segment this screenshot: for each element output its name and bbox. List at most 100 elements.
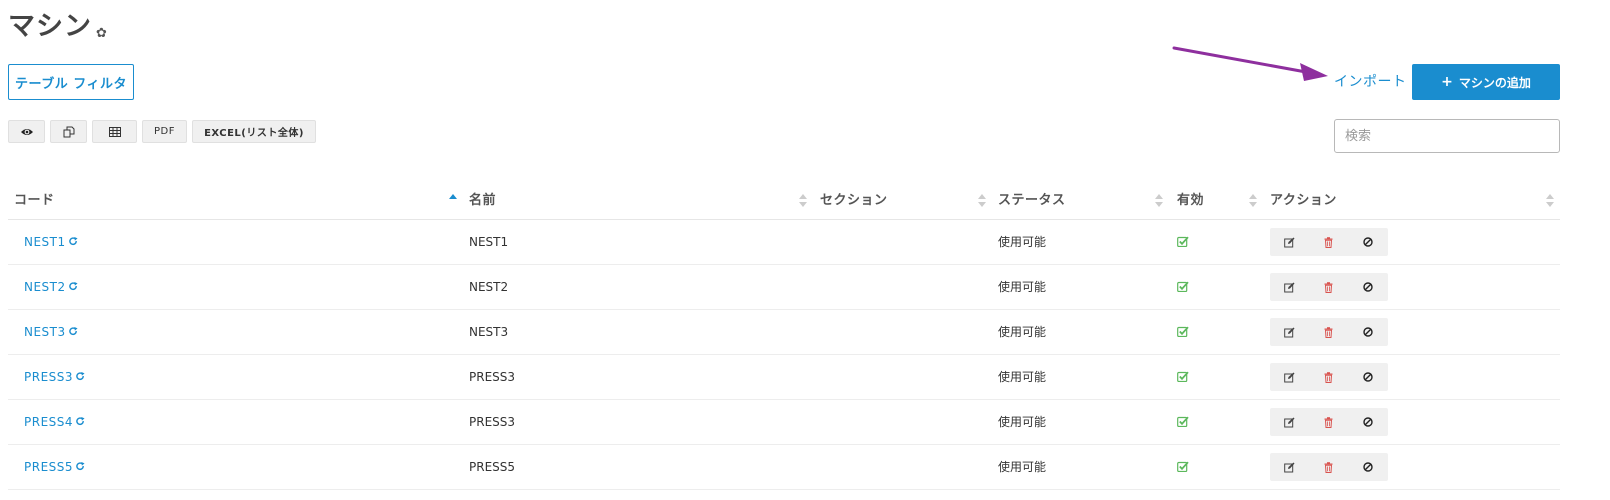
check-square-icon <box>1177 416 1189 427</box>
table-icon <box>108 126 121 137</box>
disable-button[interactable] <box>1348 408 1387 436</box>
sort-icon[interactable] <box>1155 194 1163 208</box>
trash-icon <box>1324 326 1333 338</box>
row-code-cell[interactable]: NEST3 <box>24 310 78 354</box>
row-actions <box>1270 408 1388 436</box>
refresh-icon[interactable] <box>76 417 85 426</box>
row-actions <box>1270 228 1388 256</box>
edit-icon <box>1284 462 1295 472</box>
trash-icon <box>1324 236 1333 248</box>
sort-icon[interactable] <box>1249 194 1257 208</box>
machine-code-link[interactable]: PRESS4 <box>24 415 73 429</box>
row-name-cell: PRESS3 <box>469 370 516 384</box>
import-link[interactable]: インポート <box>1334 72 1407 92</box>
ban-icon <box>1362 462 1373 472</box>
row-code-cell[interactable]: PRESS5 <box>24 445 85 489</box>
table-row: PRESS4 PRESS3 使用可能 <box>8 400 1560 445</box>
delete-button[interactable] <box>1309 408 1348 436</box>
row-name-cell: PRESS3 <box>469 415 516 429</box>
sort-asc-icon[interactable] <box>449 194 457 208</box>
refresh-icon[interactable] <box>68 327 78 336</box>
row-code-cell[interactable]: NEST2 <box>24 265 78 309</box>
table-header: コード 名前 セクション ステータス 有効 アクション <box>8 182 1560 220</box>
row-actions <box>1270 453 1388 481</box>
column-visibility-button[interactable] <box>8 120 45 143</box>
column-header-name[interactable]: 名前 <box>469 182 496 220</box>
machine-code-link[interactable]: NEST3 <box>24 325 66 339</box>
column-header-status[interactable]: ステータス <box>998 182 1066 220</box>
column-header-actions[interactable]: アクション <box>1270 182 1337 220</box>
edit-button[interactable] <box>1270 318 1309 346</box>
table-row: NEST1 NEST1 使用可能 <box>8 220 1560 265</box>
edit-button[interactable] <box>1270 408 1309 436</box>
row-status-cell: 使用可能 <box>998 325 1047 339</box>
pdf-button[interactable]: PDF <box>142 120 187 143</box>
edit-button[interactable] <box>1270 228 1309 256</box>
machine-code-link[interactable]: NEST1 <box>24 235 66 249</box>
sort-icon[interactable] <box>1546 194 1554 208</box>
ban-icon <box>1362 372 1373 382</box>
ban-icon <box>1362 417 1373 427</box>
sort-icon[interactable] <box>978 194 986 208</box>
excel-button[interactable]: EXCEL(リスト全体) <box>192 120 316 143</box>
delete-button[interactable] <box>1309 318 1348 346</box>
table-filter-button[interactable]: テーブル フィルタ <box>8 64 134 100</box>
row-status-cell: 使用可能 <box>998 370 1047 384</box>
edit-icon <box>1284 327 1295 337</box>
eye-icon <box>20 128 33 135</box>
refresh-icon[interactable] <box>76 372 85 381</box>
add-machine-button[interactable]: + マシンの追加 <box>1412 64 1560 100</box>
annotation-arrow <box>1172 46 1328 81</box>
delete-button[interactable] <box>1309 453 1348 481</box>
disable-button[interactable] <box>1348 453 1387 481</box>
machine-code-link[interactable]: PRESS5 <box>24 460 73 474</box>
check-square-icon <box>1177 281 1189 292</box>
machine-code-link[interactable]: PRESS3 <box>24 370 73 384</box>
disable-button[interactable] <box>1348 363 1387 391</box>
row-status-cell: 使用可能 <box>998 235 1047 249</box>
refresh-icon[interactable] <box>68 237 78 246</box>
copy-button[interactable] <box>50 120 87 143</box>
row-name-cell: PRESS5 <box>469 460 516 474</box>
disable-button[interactable] <box>1348 318 1387 346</box>
row-code-cell[interactable]: NEST1 <box>24 220 78 264</box>
column-header-section[interactable]: セクション <box>820 182 888 220</box>
row-status-cell: 使用可能 <box>998 415 1047 429</box>
export-toolbar: PDF EXCEL(リスト全体) <box>8 120 316 143</box>
row-status-cell: 使用可能 <box>998 460 1047 474</box>
edit-icon <box>1284 372 1295 382</box>
table-row: NEST2 NEST2 使用可能 <box>8 265 1560 310</box>
delete-button[interactable] <box>1309 273 1348 301</box>
row-code-cell[interactable]: PRESS4 <box>24 400 85 444</box>
column-header-code[interactable]: コード <box>14 182 55 220</box>
delete-button[interactable] <box>1309 363 1348 391</box>
machines-page: マシン ✿ テーブル フィルタ インポート + マシンの追加 PDF EXCEL… <box>0 0 1610 500</box>
table-row: NEST3 NEST3 使用可能 <box>8 310 1560 355</box>
row-actions <box>1270 318 1388 346</box>
trash-icon <box>1324 281 1333 293</box>
refresh-icon[interactable] <box>76 462 85 471</box>
refresh-icon[interactable] <box>68 282 78 291</box>
row-actions <box>1270 363 1388 391</box>
add-machine-label: マシンの追加 <box>1458 75 1531 90</box>
delete-button[interactable] <box>1309 228 1348 256</box>
check-square-icon <box>1177 236 1189 247</box>
plus-icon: + <box>1441 74 1453 90</box>
gear-icon[interactable]: ✿ <box>96 27 107 40</box>
page-title: マシン <box>8 11 92 42</box>
search-input[interactable] <box>1334 119 1560 153</box>
disable-button[interactable] <box>1348 273 1387 301</box>
trash-icon <box>1324 461 1333 473</box>
csv-button[interactable] <box>92 120 137 143</box>
machine-code-link[interactable]: NEST2 <box>24 280 66 294</box>
row-code-cell[interactable]: PRESS3 <box>24 355 85 399</box>
edit-button[interactable] <box>1270 363 1309 391</box>
disable-button[interactable] <box>1348 228 1387 256</box>
column-header-active[interactable]: 有効 <box>1177 182 1204 220</box>
row-actions <box>1270 273 1388 301</box>
edit-button[interactable] <box>1270 273 1309 301</box>
sort-icon[interactable] <box>799 194 807 208</box>
table-row: PRESS5 PRESS5 使用可能 <box>8 445 1560 490</box>
ban-icon <box>1362 327 1373 337</box>
edit-button[interactable] <box>1270 453 1309 481</box>
